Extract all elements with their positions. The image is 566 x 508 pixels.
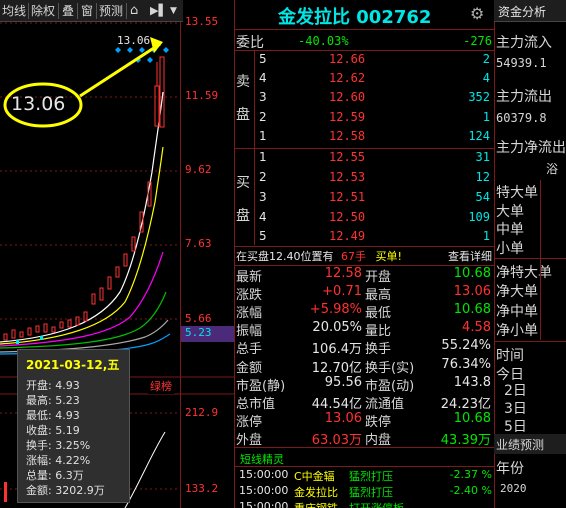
stat-value: 143.8 <box>453 374 491 390</box>
fund-analysis-tab[interactable]: 资金分析 <box>498 3 546 20</box>
main-outflow-value: 60379.8 <box>496 111 547 125</box>
main-inflow-value: 54939.1 <box>496 56 547 70</box>
price-axis: 13.55 11.59 9.62 7.63 5.66 5.23 212.9 13… <box>180 15 234 508</box>
stat-value: 10.68 <box>453 266 491 281</box>
candle-tooltip: 2021-03-12,五 开盘: 4.93 最高: 5.23 最低: 4.93 … <box>17 349 130 503</box>
toolbar-overlay-button[interactable]: 叠 <box>62 3 74 19</box>
stat-label: 开盘 <box>365 270 392 285</box>
stat-value: 12.58 <box>324 266 362 281</box>
webi-label: 委比 <box>236 35 264 51</box>
stat-label: 涨跌 <box>236 288 263 304</box>
view-detail-link[interactable]: 查看详细 <box>448 248 492 264</box>
toolbar-forecast-button[interactable]: 预测 <box>99 3 123 19</box>
stat-label: 跌停 <box>365 414 392 430</box>
stat-value: 24.23亿 <box>440 396 491 412</box>
buy-label-2: 盘 <box>236 208 250 224</box>
stat-label: 市盈(动) <box>365 378 415 394</box>
stat-label: 最高 <box>365 288 392 304</box>
stat-value: 76.34% <box>441 356 491 372</box>
stat-label: 振幅 <box>236 324 263 340</box>
toolbar-home-icon[interactable]: ⌂ <box>130 3 138 19</box>
sell-label-1: 卖 <box>236 74 250 90</box>
stat-label: 内盘 <box>365 432 392 448</box>
ask-row[interactable]: 1 12.58 124 <box>257 129 494 147</box>
stat-value: 63.03万 <box>311 432 362 448</box>
stat-label: 最新 <box>236 270 263 285</box>
news-item[interactable]: 15:00:00 C中金辐 猛烈打压 -2.37 % <box>239 468 494 484</box>
stat-value: 95.56 <box>324 374 362 390</box>
toolbar-window-button[interactable]: 窗 <box>81 3 93 19</box>
stat-value: 10.68 <box>453 410 491 426</box>
truncated-text: 浴 <box>546 162 559 176</box>
stat-value: 13.06 <box>453 284 491 300</box>
news-item[interactable]: 15:00:00 重庆钢铁 打开涨停板 <box>239 500 494 508</box>
bid-row[interactable]: 5 12.49 1 <box>257 229 494 247</box>
toolbar-exright-button[interactable]: 除权 <box>31 3 55 19</box>
news-item[interactable]: 15:00:00 金发拉比 猛烈打压 -2.40 % <box>239 484 494 500</box>
stat-label: 总市值 <box>236 396 276 412</box>
order-alert-line: 在买盘12.40位置有 67手 买单! 查看详细 <box>236 248 492 264</box>
toolbar-end-icon[interactable]: ▶▌ <box>150 3 167 19</box>
bid-row[interactable]: 4 12.50 109 <box>257 210 494 228</box>
price-callout: 13.06 <box>11 93 66 115</box>
stat-value: +5.98% <box>309 302 362 318</box>
stat-value: 20.05% <box>312 320 362 336</box>
forecast-tab[interactable]: 业绩预测 <box>496 436 544 453</box>
stock-tag: 绿榜 <box>148 378 174 394</box>
stock-title: 金发拉比 002762 <box>278 7 432 28</box>
stat-label: 涨停 <box>236 414 263 430</box>
ask-row[interactable]: 5 12.66 2 <box>257 52 494 70</box>
stat-label: 市盈(静) <box>236 378 286 394</box>
stat-label: 外盘 <box>236 432 263 448</box>
stat-label: 换手(实) <box>365 360 415 376</box>
bid-row[interactable]: 1 12.55 31 <box>257 150 494 168</box>
stat-value: 44.54亿 <box>311 396 362 412</box>
stat-label: 最低 <box>365 306 392 322</box>
toolbar-dropdown-icon[interactable]: ▼ <box>170 3 177 19</box>
stat-label: 金额 <box>236 360 263 376</box>
stat-value: +0.71 <box>322 284 362 300</box>
stat-label: 流通值 <box>365 396 405 412</box>
sell-label-2: 盘 <box>236 107 250 123</box>
stat-value: 13.06 <box>324 410 362 426</box>
bid-row[interactable]: 3 12.51 54 <box>257 190 494 208</box>
last-price-marker: 13.06 <box>117 34 151 47</box>
chart-toolbar: 均线 除权 叠 窗 预测 ⌂ ▶▌ ▼ <box>0 0 183 22</box>
stat-label: 涨幅 <box>236 306 263 322</box>
stat-value: 4.58 <box>462 320 491 336</box>
stat-label: 量比 <box>365 324 392 340</box>
tooltip-date: 2021-03-12,五 <box>26 358 120 372</box>
settings-gear-icon[interactable]: ⚙ <box>470 4 484 23</box>
ask-row[interactable]: 3 12.60 352 <box>257 90 494 108</box>
current-price-tag: 5.23 <box>181 326 234 342</box>
quote-title-bar: 金发拉比 002762 ⚙ <box>234 0 494 30</box>
webi-pct: -40.03% <box>298 34 349 48</box>
webi-diff: -276 <box>463 34 492 48</box>
stat-label: 换手 <box>365 342 392 358</box>
stat-label: 总手 <box>236 342 263 358</box>
main-outflow-label: 主力流出 <box>496 89 552 105</box>
ask-row[interactable]: 4 12.62 4 <box>257 71 494 89</box>
news-title: 短线精灵 <box>240 453 284 466</box>
stat-value: 43.39万 <box>440 432 491 448</box>
ask-row[interactable]: 2 12.59 1 <box>257 110 494 128</box>
stat-value: 12.70亿 <box>311 360 362 376</box>
stat-value: 55.24% <box>441 338 491 354</box>
main-inflow-label: 主力流入 <box>496 35 552 51</box>
bid-row[interactable]: 2 12.53 12 <box>257 170 494 188</box>
buy-label-1: 买 <box>236 175 250 191</box>
toolbar-ma-button[interactable]: 均线 <box>2 3 26 19</box>
main-net-outflow-label: 主力净流出 <box>496 140 566 156</box>
stat-value: 10.68 <box>453 302 491 318</box>
stat-value: 106.4万 <box>311 342 362 358</box>
